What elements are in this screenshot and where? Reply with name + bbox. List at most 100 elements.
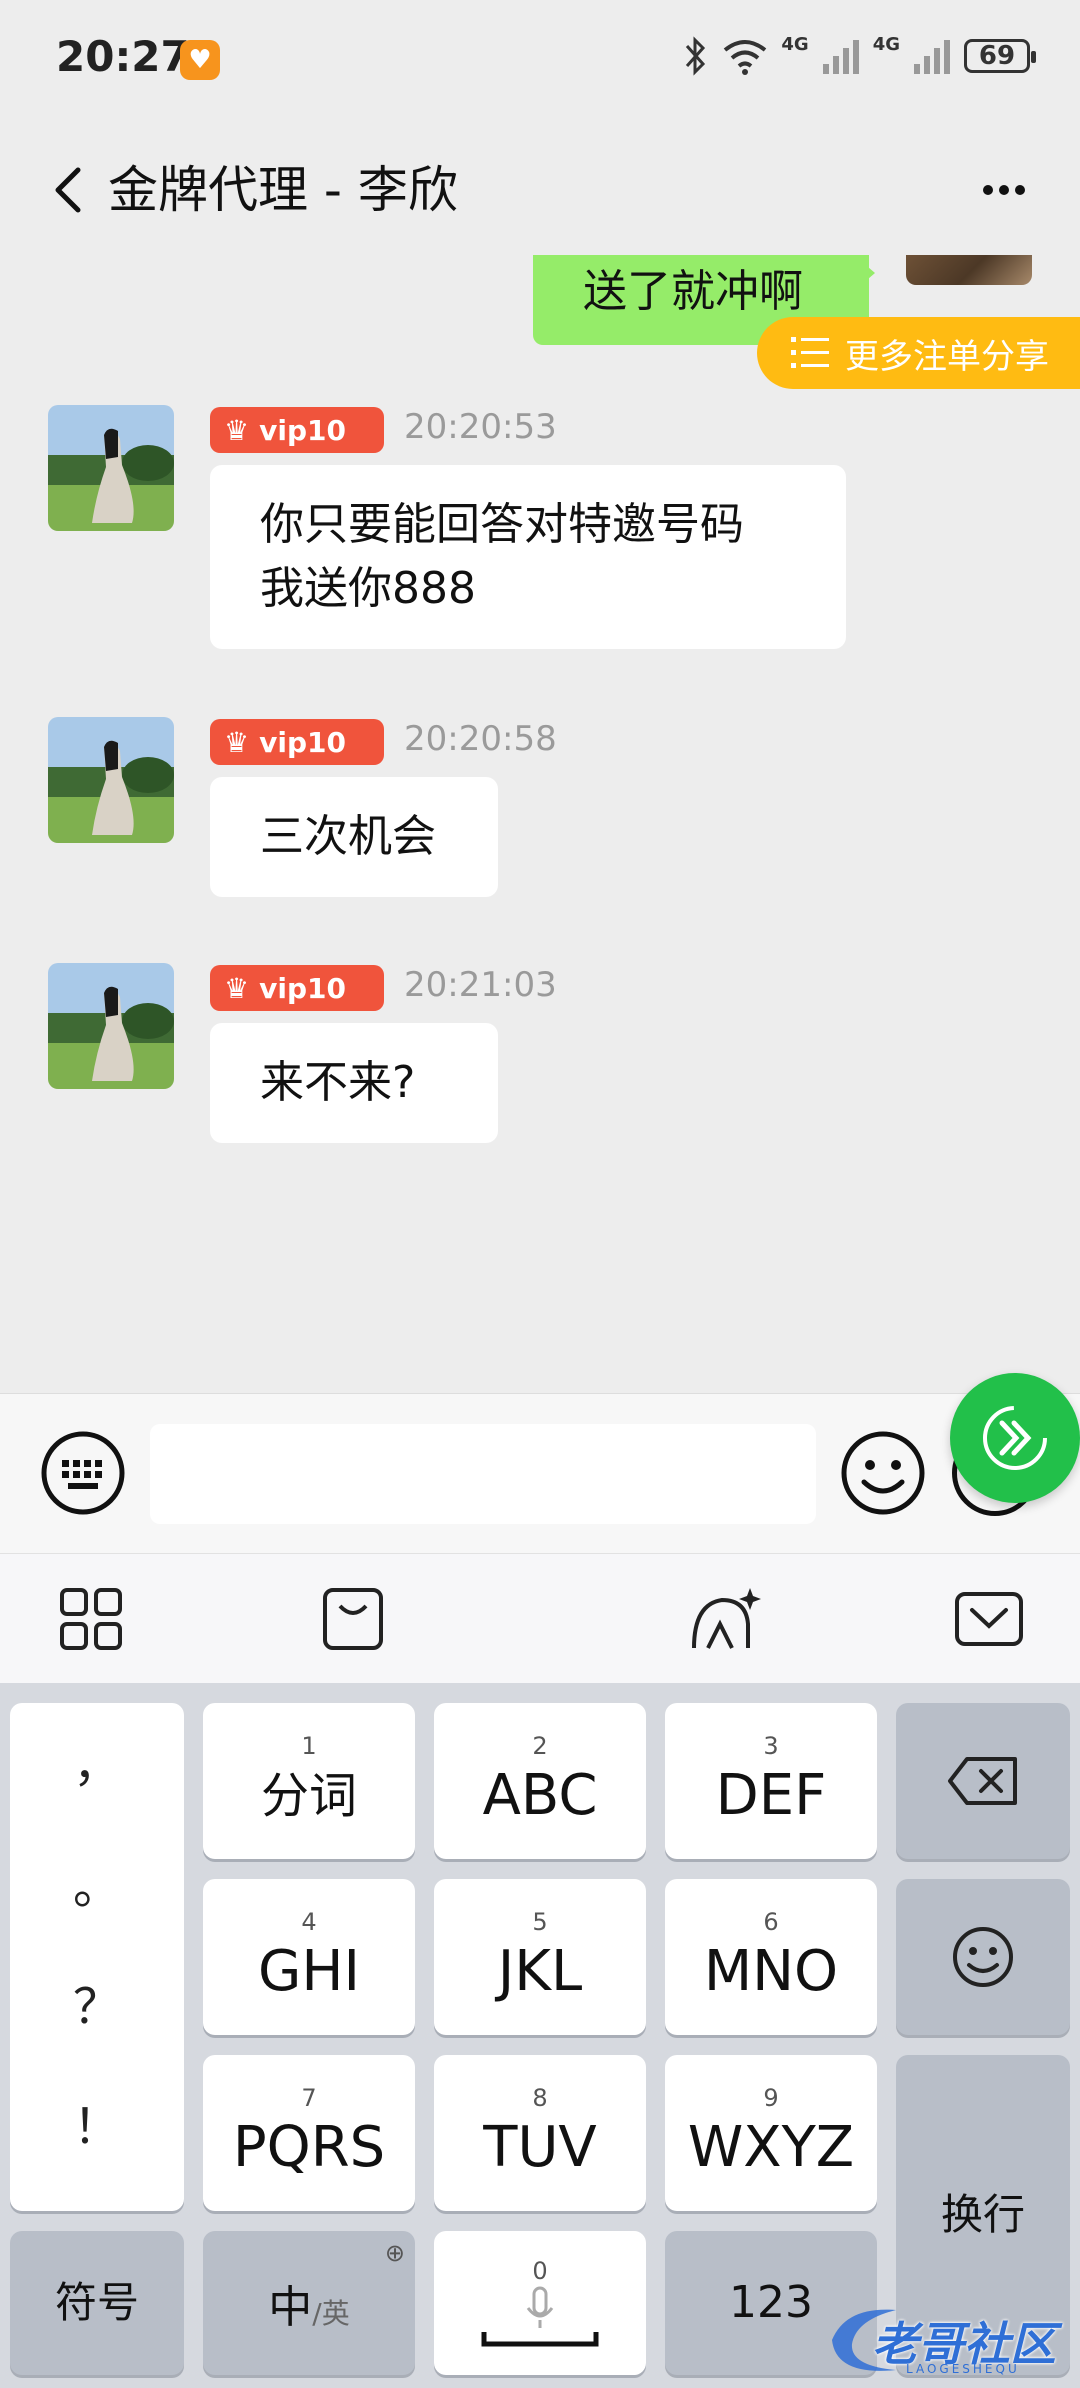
my-message-text: 送了就冲啊: [583, 266, 803, 317]
emoji-key[interactable]: [896, 1879, 1070, 2035]
key-1[interactable]: 1 分词: [203, 1703, 415, 1859]
avatar[interactable]: [48, 963, 174, 1089]
key-7[interactable]: 7 PQRS: [203, 2055, 415, 2211]
floating-action-button[interactable]: [950, 1373, 1080, 1503]
message-text: 我送你888: [260, 563, 476, 614]
backspace-icon: [948, 1757, 1017, 1805]
crown-icon: ♛: [224, 413, 250, 447]
numbers-label: 123: [729, 2277, 813, 2328]
vip-badge: ♛ vip10: [210, 407, 384, 453]
status-time: 20:27: [56, 32, 190, 81]
message-bubble[interactable]: 你只要能回答对特邀号码 我送你888: [210, 465, 846, 649]
smile-icon: [841, 1431, 925, 1515]
key-number: 0: [532, 2257, 548, 2285]
vip-label: vip10: [259, 971, 346, 1005]
avatar-photo: [48, 405, 174, 531]
message-bubble[interactable]: 来不来?: [210, 1023, 498, 1143]
vip-badge: ♛ vip10: [210, 965, 384, 1011]
grid-icon: [60, 1588, 122, 1650]
input-bar: [0, 1393, 1080, 1553]
lang-main-label: 中: [268, 2282, 313, 2333]
key-number: 6: [763, 1908, 779, 1936]
key-3[interactable]: 3 DEF: [665, 1703, 877, 1859]
message-time: 20:20:58: [404, 719, 557, 759]
signal-icon: [914, 40, 950, 74]
key-number: 2: [532, 1732, 548, 1760]
key-label: MNO: [703, 1939, 839, 2004]
chat-messages[interactable]: 送了就冲啊 更多注单分享 ♛ vip10 20:20:53 你只要能回答对特邀号…: [0, 255, 1080, 1393]
emoji-button[interactable]: [840, 1430, 926, 1516]
ai-assistant-button[interactable]: [686, 1584, 761, 1654]
space-bar-icon: [481, 2332, 599, 2347]
punct-key[interactable]: ？: [10, 1967, 184, 2037]
key-label: JKL: [497, 1939, 583, 2004]
message-text: 三次机会: [260, 811, 436, 862]
apps-grid-button[interactable]: [56, 1584, 126, 1654]
more-share-button[interactable]: 更多注单分享: [757, 317, 1080, 389]
status-bar: 20:27 ♥ 4G 4G 69: [0, 0, 1080, 120]
keyboard-toggle-button[interactable]: [40, 1430, 126, 1516]
space-key[interactable]: 0: [434, 2231, 646, 2375]
key-4[interactable]: 4 GHI: [203, 1879, 415, 2035]
key-label: ABC: [482, 1763, 598, 1828]
language-switch-key[interactable]: 中 /英 ⊕: [203, 2231, 415, 2375]
key-label: 分词: [260, 1768, 357, 1824]
double-chevron-right-icon: [983, 1406, 1047, 1470]
punct-key[interactable]: 。: [10, 1847, 184, 1917]
symbols-key[interactable]: 符号: [10, 2231, 184, 2375]
avatar[interactable]: [48, 405, 174, 531]
key-2[interactable]: 2 ABC: [434, 1703, 646, 1859]
chat-header: 金牌代理 - 李欣: [0, 120, 1080, 255]
vip-badge: ♛ vip10: [210, 719, 384, 765]
punctuation-column[interactable]: ， 。 ？ ！: [10, 1703, 184, 2211]
crown-icon: ♛: [224, 725, 250, 759]
more-dots-icon: [983, 185, 1025, 195]
my-avatar[interactable]: [906, 255, 1032, 285]
more-options-button[interactable]: [964, 160, 1044, 220]
network-label-2: 4G: [872, 33, 900, 55]
status-icons: 4G 4G 69: [683, 33, 1036, 76]
punct-key[interactable]: ！: [10, 2087, 184, 2157]
list-icon: [791, 337, 829, 368]
back-button[interactable]: [40, 148, 100, 228]
t9-keyboard: ， 。 ？ ！ 1 分词 2 ABC 3 DEF 4 GHI 5 JKL 6 M…: [0, 1683, 1080, 2388]
punct-key[interactable]: ，: [10, 1725, 184, 1795]
page-title: 金牌代理 - 李欣: [108, 161, 458, 219]
key-6[interactable]: 6 MNO: [665, 1879, 877, 2035]
clipboard-button[interactable]: [318, 1584, 388, 1654]
avatar[interactable]: [48, 717, 174, 843]
keyboard-toolbar: [0, 1553, 1080, 1683]
key-5[interactable]: 5 JKL: [434, 1879, 646, 2035]
key-number: 4: [301, 1908, 317, 1936]
key-label: PQRS: [232, 2115, 386, 2180]
signal-icon: [822, 40, 859, 74]
chevron-down-box-icon: [955, 1592, 1023, 1646]
message-text: 来不来?: [260, 1057, 416, 1108]
hide-keyboard-button[interactable]: [954, 1584, 1024, 1654]
key-number: 7: [301, 2084, 317, 2112]
wifi-icon: [724, 40, 767, 75]
backspace-key[interactable]: [896, 1703, 1070, 1859]
key-8[interactable]: 8 TUV: [434, 2055, 646, 2211]
message-bubble[interactable]: 三次机会: [210, 777, 498, 897]
microphone-icon: [526, 2286, 554, 2328]
key-label: GHI: [257, 1939, 361, 2004]
ai-sparkle-icon: [692, 1588, 761, 1649]
key-label: TUV: [483, 2115, 597, 2180]
bag-icon: [323, 1588, 383, 1650]
chevron-left-icon: [55, 167, 81, 213]
watermark-subtext: LAOGESHEQU: [906, 2362, 1020, 2376]
heart-app-icon: ♥: [180, 40, 220, 80]
message-input[interactable]: [150, 1424, 816, 1524]
network-label-1: 4G: [781, 33, 809, 55]
globe-icon: ⊕: [384, 2239, 405, 2267]
key-9[interactable]: 9 WXYZ: [665, 2055, 877, 2211]
smile-icon: [953, 1927, 1013, 1987]
vip-label: vip10: [259, 725, 346, 759]
key-label: WXYZ: [687, 2115, 855, 2180]
vip-label: vip10: [259, 413, 346, 447]
lang-sub-label: /英: [312, 2297, 350, 2330]
key-label: DEF: [715, 1763, 827, 1828]
key-number: 3: [763, 1732, 779, 1760]
message-text: 你只要能回答对特邀号码: [260, 499, 744, 550]
